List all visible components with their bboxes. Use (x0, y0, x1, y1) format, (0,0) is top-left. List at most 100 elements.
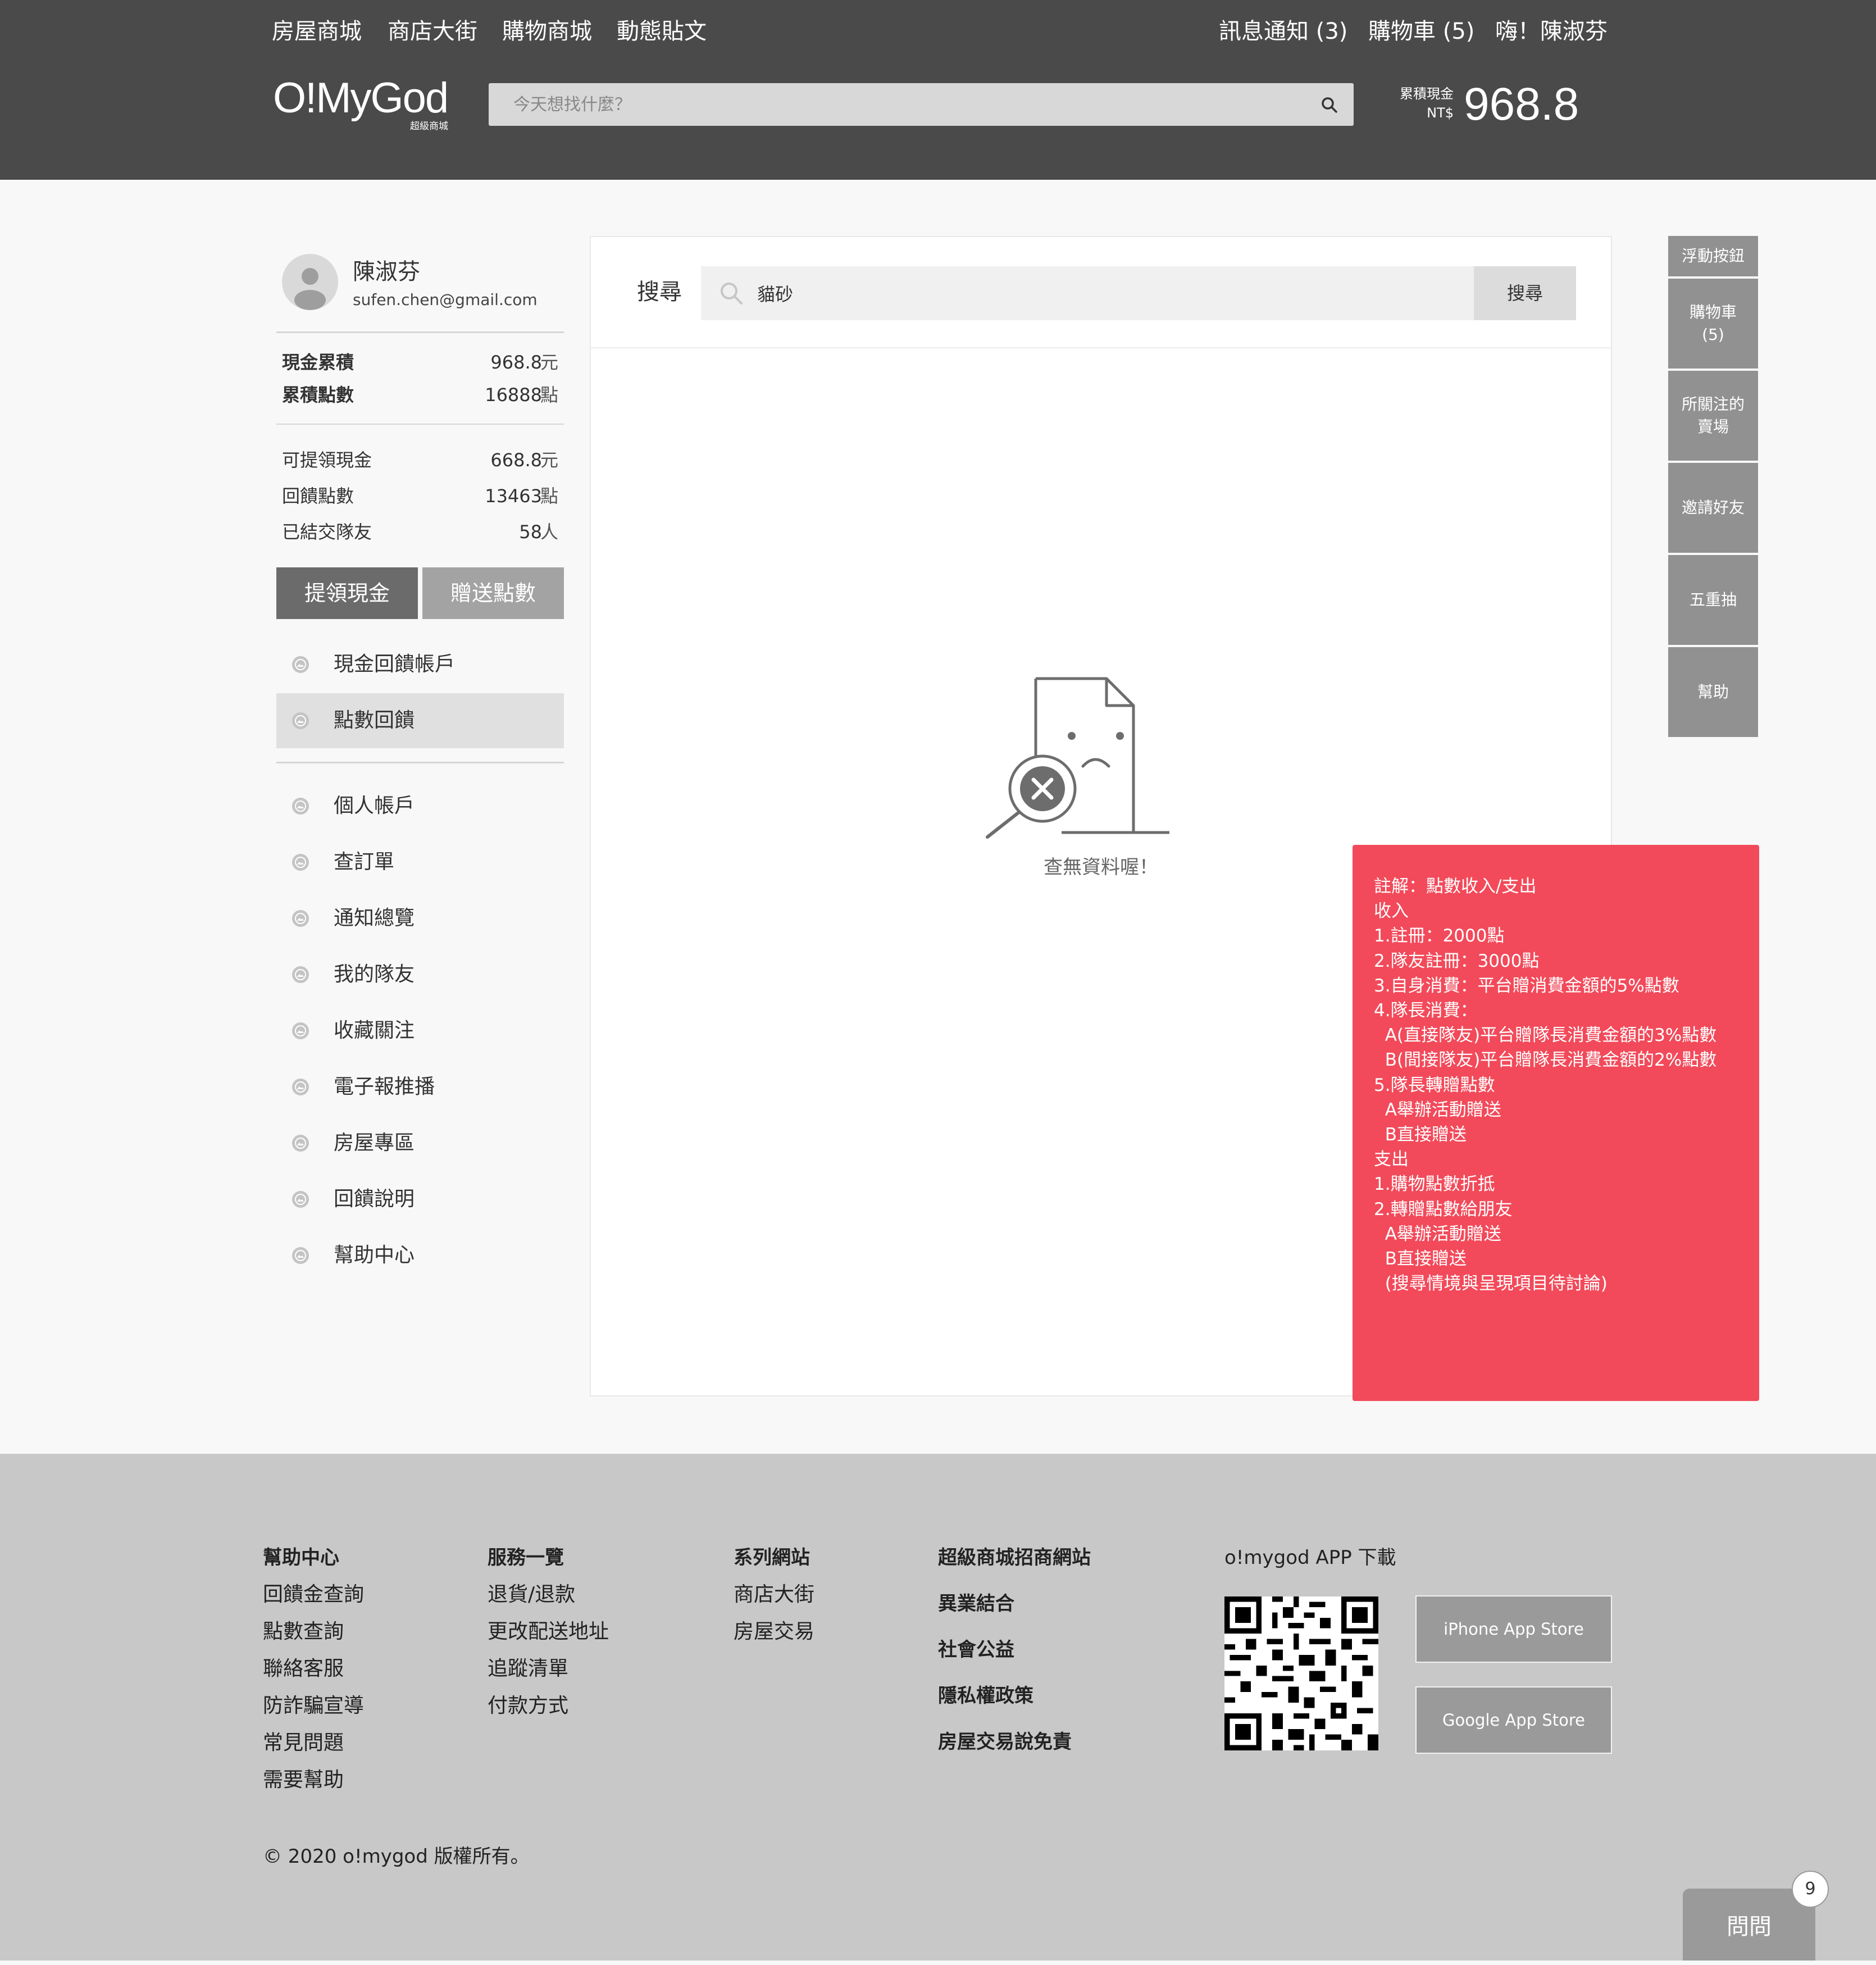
image-icon (292, 910, 309, 927)
footer-link-partnership[interactable]: 異業結合 (938, 1590, 1014, 1618)
stat-unit-reward-points: 點 (540, 485, 559, 507)
iphone-app-store-button[interactable]: iPhone App Store (1415, 1595, 1612, 1663)
nav-greeting[interactable]: 嗨！陳淑芬 (1495, 12, 1608, 51)
qr-code-icon (1224, 1596, 1378, 1750)
footer-link[interactable]: 防詐騙宣導 (263, 1692, 364, 1720)
float-followed-shops-button[interactable]: 所關注的 賣場 (1668, 371, 1758, 461)
note-line: A舉辦活動贈送 (1374, 1099, 1501, 1120)
cash-label-currency: NT$ (1427, 105, 1454, 121)
footer-link[interactable]: 需要幫助 (263, 1766, 344, 1794)
footer-link-merchant[interactable]: 超級商城招商網站 (938, 1544, 1091, 1572)
note-line: 支出 (1374, 1149, 1409, 1170)
withdraw-cash-button[interactable]: 提領現金 (276, 567, 418, 619)
search-label: 搜尋 (637, 279, 682, 305)
float-invite-button[interactable]: 邀請好友 (1668, 463, 1758, 553)
sidebar-item-newsletter[interactable]: 電子報推播 (276, 1059, 564, 1115)
nav-house-mall[interactable]: 房屋商城 (272, 12, 362, 51)
note-line: 2.轉贈點數給朋友 (1374, 1199, 1513, 1220)
image-icon (292, 1191, 309, 1208)
sidebar-item-label: 查訂單 (334, 850, 395, 874)
sidebar-item-teammates[interactable]: 我的隊友 (276, 947, 564, 1002)
float-help-button[interactable]: 幫助 (1668, 647, 1758, 737)
sidebar-item-house-zone[interactable]: 房屋專區 (276, 1116, 564, 1171)
avatar[interactable] (282, 254, 338, 310)
footer-link[interactable]: 回饋金查詢 (263, 1581, 364, 1609)
footer-link[interactable]: 更改配送地址 (488, 1618, 609, 1646)
stat-label-teammates: 已結交隊友 (282, 521, 372, 543)
sidebar-item-cash-account[interactable]: 現金回饋帳戶 (276, 637, 564, 692)
note-line: 1.購物點數折抵 (1374, 1174, 1495, 1195)
divider (276, 331, 564, 333)
sidebar-item-points-reward[interactable]: 點數回饋 (276, 693, 564, 748)
float-cart-button[interactable]: 購物車 (5) (1668, 279, 1758, 369)
gift-points-button[interactable]: 贈送點數 (422, 567, 564, 619)
image-icon (292, 966, 309, 983)
stat-value-withdrawable: 668.8 (490, 449, 542, 471)
sidebar-item-personal-account[interactable]: 個人帳戶 (276, 779, 564, 834)
footer-link[interactable]: 房屋交易 (734, 1618, 814, 1646)
footer-link[interactable]: 商店大街 (734, 1581, 814, 1609)
footer-link[interactable]: 常見問題 (263, 1729, 344, 1757)
note-line: 1.註冊：2000點 (1374, 926, 1505, 947)
nav-shop-street[interactable]: 商店大街 (388, 12, 477, 51)
sidebar-item-reward-info[interactable]: 回饋說明 (276, 1172, 564, 1227)
sidebar-item-favorites[interactable]: 收藏關注 (276, 1003, 564, 1058)
annotation-note: 註解：點數收入/支出 收入 1.註冊：2000點 2.隊友註冊：3000點 3.… (1353, 845, 1759, 1401)
search-icon (721, 283, 743, 304)
divider (591, 347, 1611, 348)
note-line: 3.自身消費：平台贈消費金額的5%點數 (1374, 975, 1679, 996)
user-icon (294, 268, 326, 310)
footer-link[interactable]: 聯絡客服 (263, 1655, 344, 1683)
image-icon (292, 854, 309, 871)
divider (276, 762, 564, 763)
sidebar-item-label: 點數回饋 (334, 709, 415, 732)
nav-cart[interactable]: 購物車 (5) (1368, 12, 1474, 51)
main-search-input[interactable] (757, 266, 1420, 320)
stat-unit-cash-total: 元 (540, 352, 559, 373)
footer-link-disclaimer[interactable]: 房屋交易說免責 (938, 1728, 1072, 1756)
sidebar-item-label: 回饋說明 (334, 1188, 415, 1211)
logo-text: O!MyGod (273, 74, 449, 122)
note-line: B直接贈送 (1374, 1249, 1467, 1270)
image-icon (292, 712, 309, 729)
header-search-input[interactable] (489, 83, 1322, 126)
float-menu-title[interactable]: 浮動按鈕 (1668, 236, 1758, 276)
nav-shopping-mall[interactable]: 購物商城 (502, 12, 592, 51)
sidebar-item-help-center[interactable]: 幫助中心 (276, 1228, 564, 1283)
footer-link-privacy[interactable]: 隱私權政策 (938, 1682, 1033, 1710)
image-icon (292, 1079, 309, 1095)
footer-link[interactable]: 退貨/退款 (488, 1581, 575, 1609)
footer-link[interactable]: 點數查詢 (263, 1618, 344, 1646)
sidebar-item-orders[interactable]: 查訂單 (276, 835, 564, 890)
footer-link[interactable]: 付款方式 (488, 1692, 568, 1720)
chat-badge: 9 (1792, 1871, 1829, 1908)
nav-notifications[interactable]: 訊息通知 (3) (1219, 12, 1347, 51)
sidebar-item-label: 我的隊友 (334, 963, 415, 986)
sidebar-item-label: 個人帳戶 (334, 794, 415, 817)
nav-posts[interactable]: 動態貼文 (617, 12, 707, 51)
note-line: A舉辦活動贈送 (1374, 1223, 1501, 1244)
sidebar-item-label: 電子報推播 (334, 1075, 435, 1098)
note-line: 4.隊長消費： (1374, 1000, 1478, 1021)
main-search-button[interactable]: 搜尋 (1474, 266, 1576, 320)
footer-link[interactable]: 追蹤清單 (488, 1655, 568, 1683)
footer-link-charity[interactable]: 社會公益 (938, 1636, 1014, 1664)
copyright: © 2020 o!mygod 版權所有。 (263, 1845, 530, 1868)
main-search (701, 266, 1474, 320)
sidebar-item-notifications[interactable]: 通知總覽 (276, 891, 564, 946)
stat-value-cash-total: 968.8 (490, 352, 542, 373)
image-icon (292, 1022, 309, 1039)
sidebar-item-label: 收藏關注 (334, 1019, 415, 1042)
stat-unit-teammates: 人 (540, 521, 559, 543)
stat-unit-points-total: 點 (540, 384, 559, 406)
app-download-title: o!mygod APP 下載 (1224, 1546, 1396, 1569)
image-icon (292, 656, 309, 673)
footer-heading-services: 服務一覽 (488, 1546, 564, 1569)
google-app-store-button[interactable]: Google App Store (1415, 1686, 1612, 1754)
stat-value-points-total: 16888 (485, 384, 542, 406)
image-icon (292, 1247, 309, 1264)
sidebar-item-label: 現金回饋帳戶 (334, 653, 456, 676)
stat-value-reward-points: 13463 (485, 485, 542, 507)
search-icon[interactable] (1320, 95, 1339, 115)
float-lottery-button[interactable]: 五重抽 (1668, 555, 1758, 645)
